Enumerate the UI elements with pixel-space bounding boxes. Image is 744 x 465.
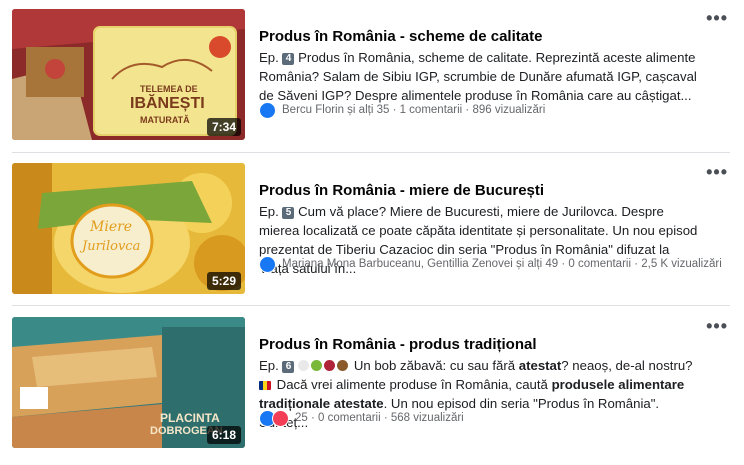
bowl-emoji-icon (337, 360, 349, 371)
plate-emoji-icon (298, 360, 310, 371)
episode-number-icon: 5 (282, 207, 295, 219)
separator (12, 152, 730, 153)
duration-badge: 5:29 (206, 272, 241, 290)
thumbnail-caption: MATURATĂ (140, 115, 190, 125)
video-item: Miere Jurilovca 5:29 Produs în România -… (0, 154, 744, 304)
episode-label: Ep. (259, 358, 279, 373)
video-title[interactable]: Produs în România - scheme de calitate (259, 28, 542, 45)
engagement-row[interactable]: Mariana Mona Barbuceanu, Gentillia Zenov… (259, 255, 722, 273)
engagement-row[interactable]: Bercu Florin și alți 35 · 1 comentarii ·… (259, 101, 545, 119)
like-icon (259, 101, 276, 119)
thumbnail-caption: TELEMEA DE (140, 84, 198, 94)
video-description: Ep. 4 Produs în România, scheme de calit… (259, 48, 699, 105)
more-options-icon[interactable]: ••• (706, 316, 728, 337)
duration-badge: 6:18 (206, 426, 241, 444)
more-options-icon[interactable]: ••• (706, 8, 728, 29)
video-thumbnail[interactable]: PLACINTA DOBROGEAN 6:18 (12, 317, 245, 448)
video-thumbnail[interactable]: Miere Jurilovca 5:29 (12, 163, 245, 294)
like-icon (259, 255, 276, 273)
bean-emoji-icon (311, 360, 323, 371)
video-title[interactable]: Produs în România - miere de București (259, 182, 544, 199)
video-item: PLACINTA DOBROGEAN 6:18 Produs în Români… (0, 308, 744, 458)
description-bold: atestat (518, 358, 562, 373)
engagement-text: Mariana Mona Barbuceanu, Gentillia Zenov… (282, 258, 722, 270)
separator (12, 305, 730, 306)
engagement-text: 25 · 0 comentarii · 568 vizualizări (295, 412, 464, 424)
more-options-icon[interactable]: ••• (706, 162, 728, 183)
episode-label: Ep. (259, 50, 279, 65)
description-text: Produs în România, scheme de calitate. R… (259, 50, 697, 103)
thumbnail-caption: PLACINTA (160, 411, 220, 425)
description-text: Dacă vrei alimente produse în România, c… (276, 377, 552, 392)
wine-emoji-icon (324, 360, 336, 371)
thumbnail-caption: Jurilovca (82, 239, 141, 254)
engagement-row[interactable]: 25 · 0 comentarii · 568 vizualizări (259, 409, 464, 427)
description-text: Un bob zăbavă: cu sau fără (353, 358, 519, 373)
engagement-text: Bercu Florin și alți 35 · 1 comentarii ·… (282, 104, 546, 116)
duration-badge: 7:34 (206, 118, 241, 136)
thumbnail-caption: IBĂNEȘTI (130, 95, 205, 112)
video-thumbnail[interactable]: TELEMEA DE IBĂNEȘTI MATURATĂ 7:34 (12, 9, 245, 140)
episode-number-icon: 6 (282, 361, 295, 373)
episode-number-icon: 4 (282, 53, 295, 65)
video-title[interactable]: Produs în România - produs tradițional (259, 336, 537, 353)
description-text: ? neaoș, de-al nostru? (561, 358, 693, 373)
love-icon (272, 409, 289, 427)
episode-label: Ep. (259, 204, 279, 219)
video-item: TELEMEA DE IBĂNEȘTI MATURATĂ 7:34 Produs… (0, 0, 744, 150)
thumbnail-caption: Miere (90, 219, 133, 235)
romania-flag-icon (259, 381, 271, 390)
